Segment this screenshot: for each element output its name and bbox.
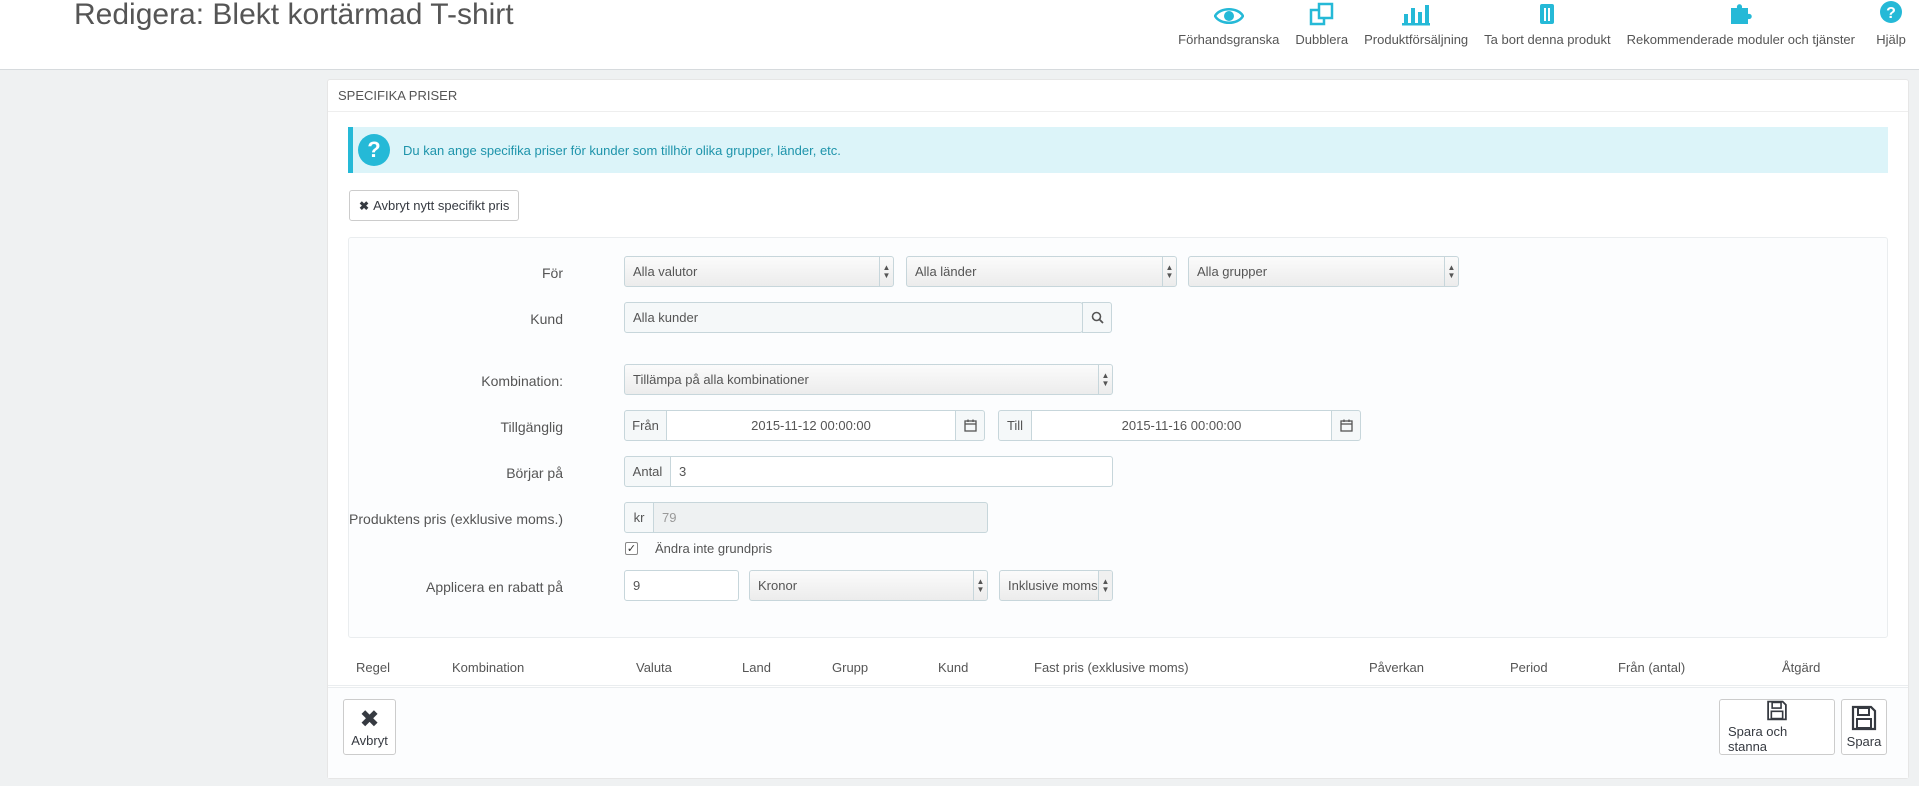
starts-at-label: Börjar på	[506, 465, 563, 481]
combination-select[interactable]: Tillämpa på alla kombinationer ▲ ▼	[624, 364, 1113, 395]
customer-input[interactable]: Alla kunder	[624, 302, 1083, 333]
save-icon	[1767, 700, 1787, 721]
currency-select[interactable]: Alla valutor ▲ ▼	[624, 256, 894, 287]
group-select[interactable]: Alla grupper ▲ ▼	[1188, 256, 1459, 287]
calendar-icon	[1339, 419, 1353, 432]
column-header: Land	[742, 660, 771, 675]
specific-price-form: För Alla valutor ▲ ▼ Alla länder ▲ ▼ Alla …	[348, 237, 1888, 638]
info-alert: ? Du kan ange specifika priser för kunde…	[348, 127, 1888, 173]
to-calendar-button[interactable]	[1331, 410, 1361, 441]
save-and-stay-label: Spara och stanna	[1728, 724, 1788, 754]
column-header: Grupp	[832, 660, 869, 675]
column-header: Kombination	[452, 660, 525, 675]
customer-search-button[interactable]	[1082, 302, 1112, 333]
price-input[interactable]: 79	[653, 502, 988, 533]
help-button[interactable]: ? Hjälp	[1863, 0, 1919, 70]
select-arrows-icon: ▲ ▼	[1098, 365, 1112, 394]
bar-chart-icon	[1396, 0, 1436, 26]
svg-text:?: ?	[1886, 5, 1896, 22]
discount-label: Applicera en rabatt på	[426, 579, 563, 595]
specific-prices-table-header: Regel Kombination Valuta Land Grupp Kund…	[328, 650, 1908, 686]
page-header: Redigera: Blekt kortärmad T-shirt Förhan…	[0, 0, 1919, 70]
save-button[interactable]: Spara	[1841, 699, 1887, 755]
discount-type-value: Kronor	[758, 578, 798, 593]
column-header: Påverkan	[1369, 660, 1424, 675]
from-calendar-button[interactable]	[955, 410, 985, 441]
to-date-input[interactable]: 2015-11-16 00:00:00	[1031, 410, 1332, 441]
delete-product-button[interactable]: Ta bort denna produkt	[1476, 0, 1618, 70]
from-date-input[interactable]: 2015-11-12 00:00:00	[666, 410, 956, 441]
toolbar: Förhandsgranska Dubblera Produktförsäljn…	[1170, 0, 1919, 70]
customer-label: Kund	[530, 311, 563, 327]
quantity-addon: Antal	[624, 456, 671, 487]
select-arrows-icon: ▲ ▼	[973, 571, 987, 600]
duplicate-label: Dubblera	[1295, 32, 1349, 47]
recommended-modules-button[interactable]: Rekommenderade moduler och tjänster	[1619, 0, 1863, 70]
column-header: Fast pris (exklusive moms)	[1034, 660, 1189, 675]
sales-label: Produktförsäljning	[1364, 32, 1469, 47]
for-label: För	[542, 265, 563, 281]
currency-addon: kr	[624, 502, 654, 533]
duplicate-button[interactable]: Dubblera	[1287, 0, 1356, 70]
panel-footer: ✖ Avbryt Spara och stanna Spara	[328, 687, 1908, 778]
help-label: Hjälp	[1876, 32, 1906, 47]
help-icon: ?	[1871, 0, 1911, 26]
country-select[interactable]: Alla länder ▲ ▼	[906, 256, 1177, 287]
puzzle-icon	[1721, 0, 1761, 26]
close-icon: ✖	[359, 198, 370, 213]
customer-value: Alla kunder	[633, 310, 699, 325]
cancel-label: Avbryt	[351, 732, 388, 748]
recommended-modules-label: Rekommenderade moduler och tjänster	[1626, 32, 1855, 47]
currency-value: Alla valutor	[633, 264, 698, 279]
to-addon: Till	[998, 410, 1032, 441]
combination-value: Tillämpa på alla kombinationer	[633, 372, 809, 387]
select-arrows-icon: ▲ ▼	[879, 257, 893, 286]
delete-product-label: Ta bort denna produkt	[1484, 32, 1611, 47]
search-icon	[1091, 311, 1104, 324]
column-header: Regel	[356, 660, 390, 675]
quantity-input[interactable]: 3	[670, 456, 1113, 487]
sales-button[interactable]: Produktförsäljning	[1356, 0, 1476, 70]
product-price-label: Produktens pris (exklusive moms.)	[349, 511, 563, 527]
save-icon	[1851, 705, 1877, 731]
discount-input[interactable]: 9	[624, 570, 739, 601]
combination-label: Kombination:	[481, 373, 563, 389]
eye-icon	[1209, 0, 1249, 26]
from-addon: Från	[624, 410, 667, 441]
column-header: Åtgärd	[1782, 660, 1821, 675]
info-text: Du kan ange specifika priser för kunder …	[403, 142, 841, 158]
select-arrows-icon: ▲ ▼	[1444, 257, 1458, 286]
column-header: Valuta	[636, 660, 672, 675]
group-value: Alla grupper	[1197, 264, 1268, 279]
preview-label: Förhandsgranska	[1178, 32, 1280, 47]
select-arrows-icon: ▲ ▼	[1162, 257, 1176, 286]
column-header: Från (antal)	[1618, 660, 1686, 675]
save-and-stay-button[interactable]: Spara och stanna	[1719, 699, 1835, 755]
available-label: Tillgänglig	[500, 419, 563, 435]
keep-base-price-label: Ändra inte grundpris	[655, 541, 773, 556]
tax-type-value: Inklusive moms	[1008, 578, 1098, 593]
discount-type-select[interactable]: Kronor ▲ ▼	[749, 570, 988, 601]
cancel-new-price-label: Avbryt nytt specifikt pris	[373, 198, 510, 213]
column-header: Kund	[938, 660, 969, 675]
cancel-new-price-button[interactable]: ✖ Avbryt nytt specifikt pris	[349, 190, 520, 221]
panel-heading: SPECIFIKA PRISER	[328, 80, 1908, 112]
close-icon: ✖	[359, 705, 380, 733]
page-title: Redigera: Blekt kortärmad T-shirt	[74, 0, 514, 31]
keep-base-price-checkbox[interactable]: ✓	[625, 542, 638, 555]
question-icon: ?	[358, 134, 390, 166]
trash-icon	[1527, 0, 1567, 26]
select-arrows-icon: ▲ ▼	[1098, 571, 1112, 600]
specific-prices-panel: SPECIFIKA PRISER ? Du kan ange specifika…	[327, 79, 1909, 779]
country-value: Alla länder	[915, 264, 977, 279]
tax-type-select[interactable]: Inklusive moms ▲ ▼	[999, 570, 1113, 601]
column-header: Period	[1510, 660, 1548, 675]
calendar-icon	[963, 419, 977, 432]
preview-button[interactable]: Förhandsgranska	[1170, 0, 1287, 70]
save-label: Spara	[1846, 734, 1882, 749]
copy-icon	[1302, 0, 1342, 26]
cancel-button[interactable]: ✖ Avbryt	[343, 699, 396, 755]
